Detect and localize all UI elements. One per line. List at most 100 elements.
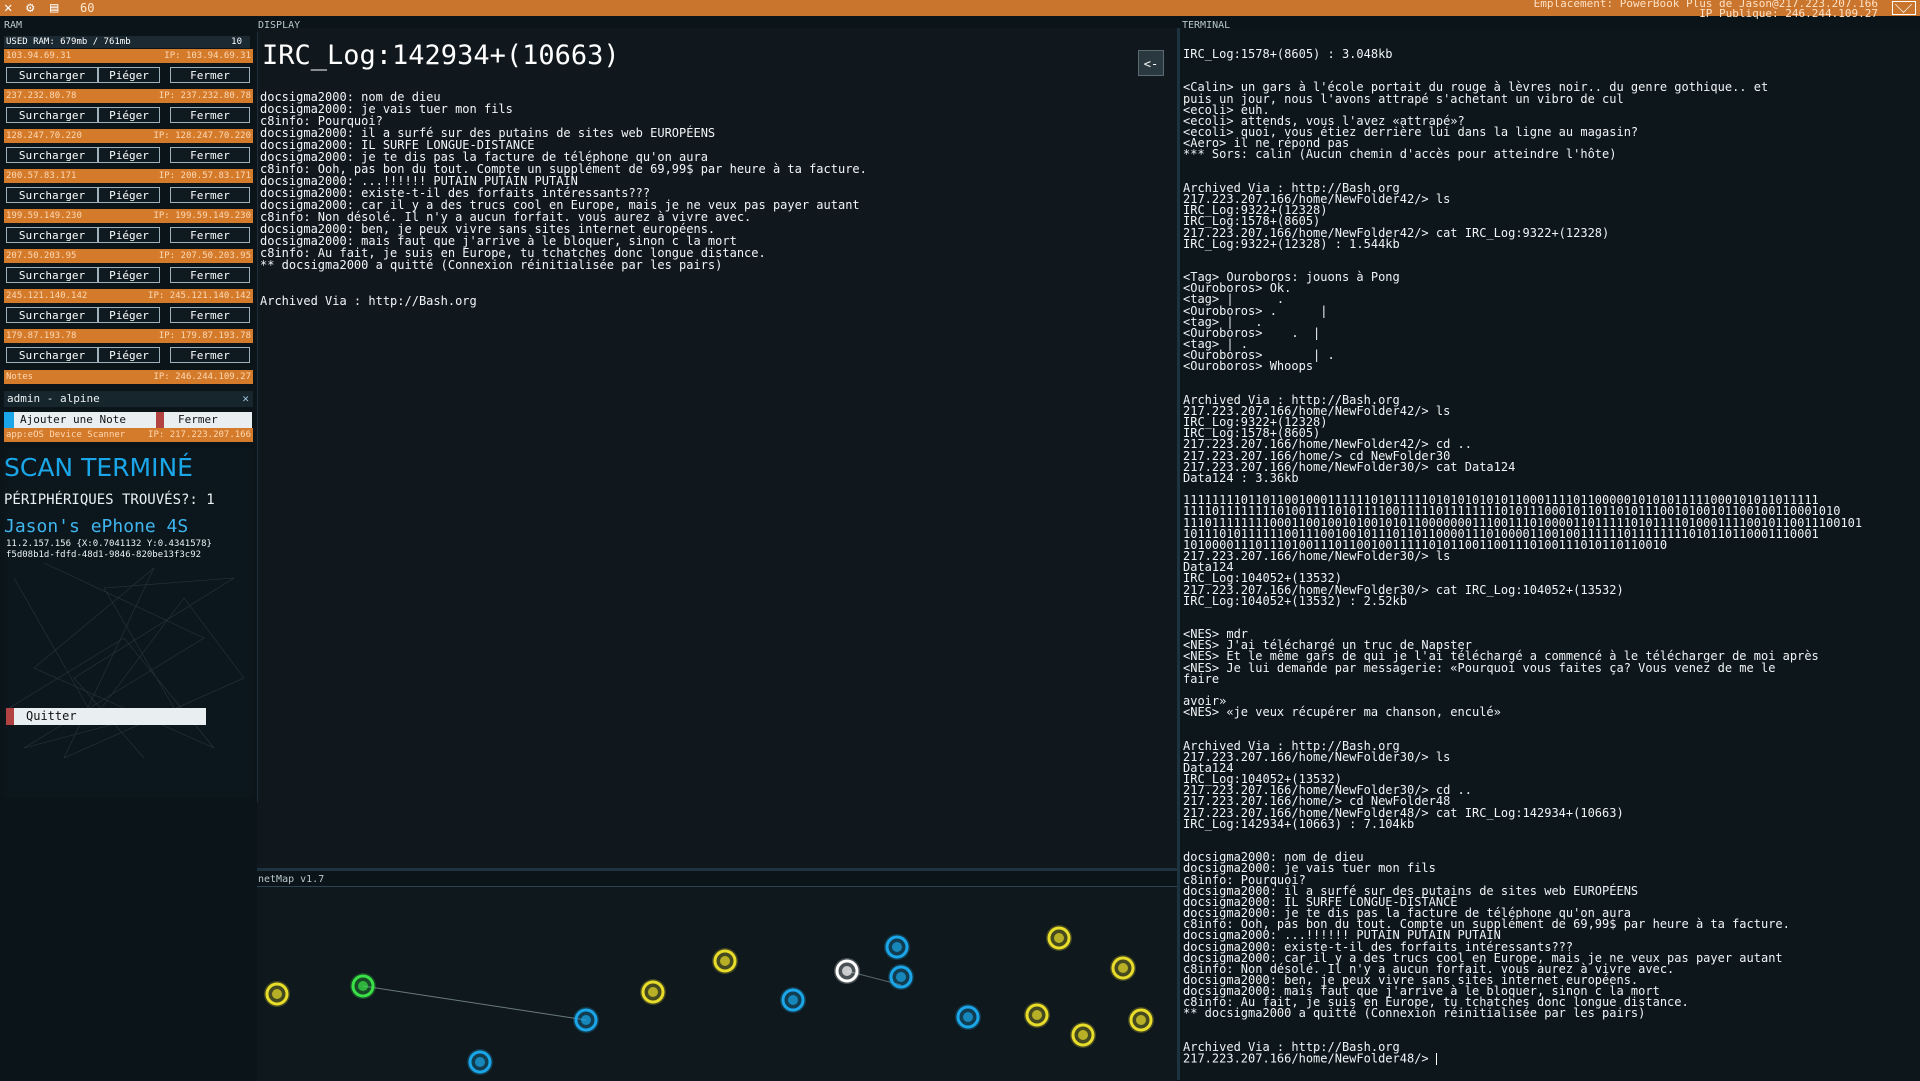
ram-process-header: 245.121.140.142 IP: 245.121.140.142 xyxy=(4,289,253,303)
netmap-node[interactable] xyxy=(712,948,738,974)
netmap-node[interactable] xyxy=(834,958,860,984)
add-note-button[interactable]: Ajouter une Note xyxy=(4,412,156,428)
overload-button[interactable]: Surcharger xyxy=(6,147,98,163)
device-info: 11.2.157.156 {X:0.7041132 Y:0.4341578} f… xyxy=(6,539,212,561)
overload-button[interactable]: Surcharger xyxy=(6,227,98,243)
netmap-node[interactable] xyxy=(884,934,910,960)
netmap-node[interactable] xyxy=(1128,1007,1154,1033)
close-icon[interactable]: ✕ xyxy=(242,391,249,407)
netmap-node[interactable] xyxy=(1110,955,1136,981)
device-uuid: f5d08b1d-fdfd-48d1-9846-820be13f3c92 xyxy=(6,550,202,560)
display-title: IRC_Log:142934+(10663) xyxy=(262,40,620,71)
ram-process-ip-label: IP: 237.232.80.78 xyxy=(158,91,251,101)
node-core xyxy=(1118,963,1128,973)
location-info: Emplacement: PowerBook Plus de Jason@217… xyxy=(1534,0,1878,19)
close-process-button[interactable]: Fermer xyxy=(170,107,250,123)
overload-button[interactable]: Surcharger xyxy=(6,67,98,83)
close-process-button[interactable]: Fermer xyxy=(170,187,250,203)
ram-process-ip: 245.121.140.142 xyxy=(6,291,88,301)
trap-button[interactable]: Piéger xyxy=(98,227,160,243)
app-label: app:eOS Device Scanner xyxy=(6,430,126,440)
ram-used-bar: USED RAM: 679mb / 761mb 10 xyxy=(4,36,250,48)
panel-divider xyxy=(257,868,1177,871)
netmap-node[interactable] xyxy=(955,1004,981,1030)
netmap-canvas xyxy=(264,925,1154,1075)
device-name[interactable]: Jason's ePhone 4S xyxy=(4,516,188,537)
netmap-node[interactable] xyxy=(573,1007,599,1033)
trap-button[interactable]: Piéger xyxy=(98,307,160,323)
notes-ip: IP: 246.244.109.27 xyxy=(153,372,251,382)
netmap xyxy=(257,886,1177,1081)
ram-process-header: 207.50.203.95 IP: 207.50.203.95 xyxy=(4,249,253,263)
ram-process-ip: 200.57.83.171 xyxy=(6,171,77,181)
terminal-output: IRC_Log:1578+(8605) : 3.048kb <Calin> un… xyxy=(1183,48,1913,1066)
close-process-button[interactable]: Fermer xyxy=(170,347,250,363)
netmap-node[interactable] xyxy=(640,979,666,1005)
overload-button[interactable]: Surcharger xyxy=(6,307,98,323)
trap-button[interactable]: Piéger xyxy=(98,187,160,203)
trap-button[interactable]: Piéger xyxy=(98,347,160,363)
overload-button[interactable]: Surcharger xyxy=(6,347,98,363)
ram-process-ip: 128.247.70.220 xyxy=(6,131,82,141)
quit-button[interactable]: Quitter xyxy=(6,708,206,725)
display-content: docsigma2000: nom de dieu docsigma2000: … xyxy=(260,90,867,308)
save-icon[interactable]: ▤ xyxy=(50,0,58,16)
trap-button[interactable]: Piéger xyxy=(98,267,160,283)
node-core xyxy=(272,989,282,999)
ram-process-actions: Surcharger Piéger Fermer xyxy=(4,223,253,249)
netmap-node[interactable] xyxy=(467,1049,493,1075)
netmap-node[interactable] xyxy=(264,981,290,1007)
node-core xyxy=(1136,1015,1146,1025)
close-note-button[interactable]: Fermer xyxy=(156,412,252,428)
node-core xyxy=(788,995,798,1005)
netmap-node[interactable] xyxy=(350,973,376,999)
ram-label: RAM xyxy=(4,20,23,31)
gear-icon[interactable]: ⚙ xyxy=(26,0,34,16)
back-button[interactable]: <- xyxy=(1138,50,1164,76)
netmap-node[interactable] xyxy=(1024,1002,1050,1028)
top-bar: ✕ ⚙ ▤ 60 Emplacement: PowerBook Plus de … xyxy=(0,0,1920,19)
close-process-button[interactable]: Fermer xyxy=(170,307,250,323)
ram-process-actions: Surcharger Piéger Fermer xyxy=(4,63,253,89)
ram-process-actions: Surcharger Piéger Fermer xyxy=(4,263,253,289)
trap-button[interactable]: Piéger xyxy=(98,147,160,163)
netmap-node[interactable] xyxy=(780,987,806,1013)
terminal-prompt[interactable]: 217.223.207.166/home/NewFolder48/> xyxy=(1183,1052,1436,1066)
netmap-node[interactable] xyxy=(1046,925,1072,951)
ram-process-actions: Surcharger Piéger Fermer xyxy=(4,103,253,129)
overload-button[interactable]: Surcharger xyxy=(6,107,98,123)
scanner-mesh xyxy=(8,562,245,759)
add-note-label: Ajouter une Note xyxy=(20,413,126,426)
trap-button[interactable]: Piéger xyxy=(98,107,160,123)
close-process-button[interactable]: Fermer xyxy=(170,227,250,243)
ram-process-ip: 237.232.80.78 xyxy=(6,91,77,101)
ram-process-header: 103.94.69.31 IP: 103.94.69.31 xyxy=(4,49,253,63)
app-ip: IP: 217.223.207.166 xyxy=(148,430,251,440)
ram-process-header: 237.232.80.78 IP: 237.232.80.78 xyxy=(4,89,253,103)
trap-button[interactable]: Piéger xyxy=(98,67,160,83)
close-note-label: Fermer xyxy=(178,413,218,426)
overload-button[interactable]: Surcharger xyxy=(6,267,98,283)
ram-used-count: 10 xyxy=(231,37,242,47)
scan-title: SCAN TERMINÉ xyxy=(4,453,193,482)
ram-process: 237.232.80.78 IP: 237.232.80.78 Surcharger… xyxy=(4,89,253,129)
node-core xyxy=(892,942,902,952)
notes-label: Notes xyxy=(6,372,34,382)
ram-process: 179.87.193.78 IP: 179.87.193.78 Surcharger… xyxy=(4,329,253,369)
close-process-button[interactable]: Fermer xyxy=(170,67,250,83)
node-core xyxy=(648,987,658,997)
ram-process-ip-label: IP: 207.50.203.95 xyxy=(158,251,251,261)
mail-icon[interactable] xyxy=(1892,1,1916,15)
netmap-node[interactable] xyxy=(1070,1022,1096,1048)
netmap-node[interactable] xyxy=(888,964,914,990)
close-process-button[interactable]: Fermer xyxy=(170,267,250,283)
notes-header: Notes IP: 246.244.109.27 xyxy=(4,370,253,384)
ram-counter: 60 xyxy=(80,1,95,15)
ram-process-ip-label: IP: 200.57.83.171 xyxy=(158,171,251,181)
close-process-button[interactable]: Fermer xyxy=(170,147,250,163)
ram-process: 245.121.140.142 IP: 245.121.140.142 Surcha… xyxy=(4,289,253,329)
close-icon[interactable]: ✕ xyxy=(4,0,12,16)
ram-process: 128.247.70.220 IP: 128.247.70.220 Surcharg… xyxy=(4,129,253,169)
ram-process-ip-label: IP: 245.121.140.142 xyxy=(148,291,251,301)
overload-button[interactable]: Surcharger xyxy=(6,187,98,203)
